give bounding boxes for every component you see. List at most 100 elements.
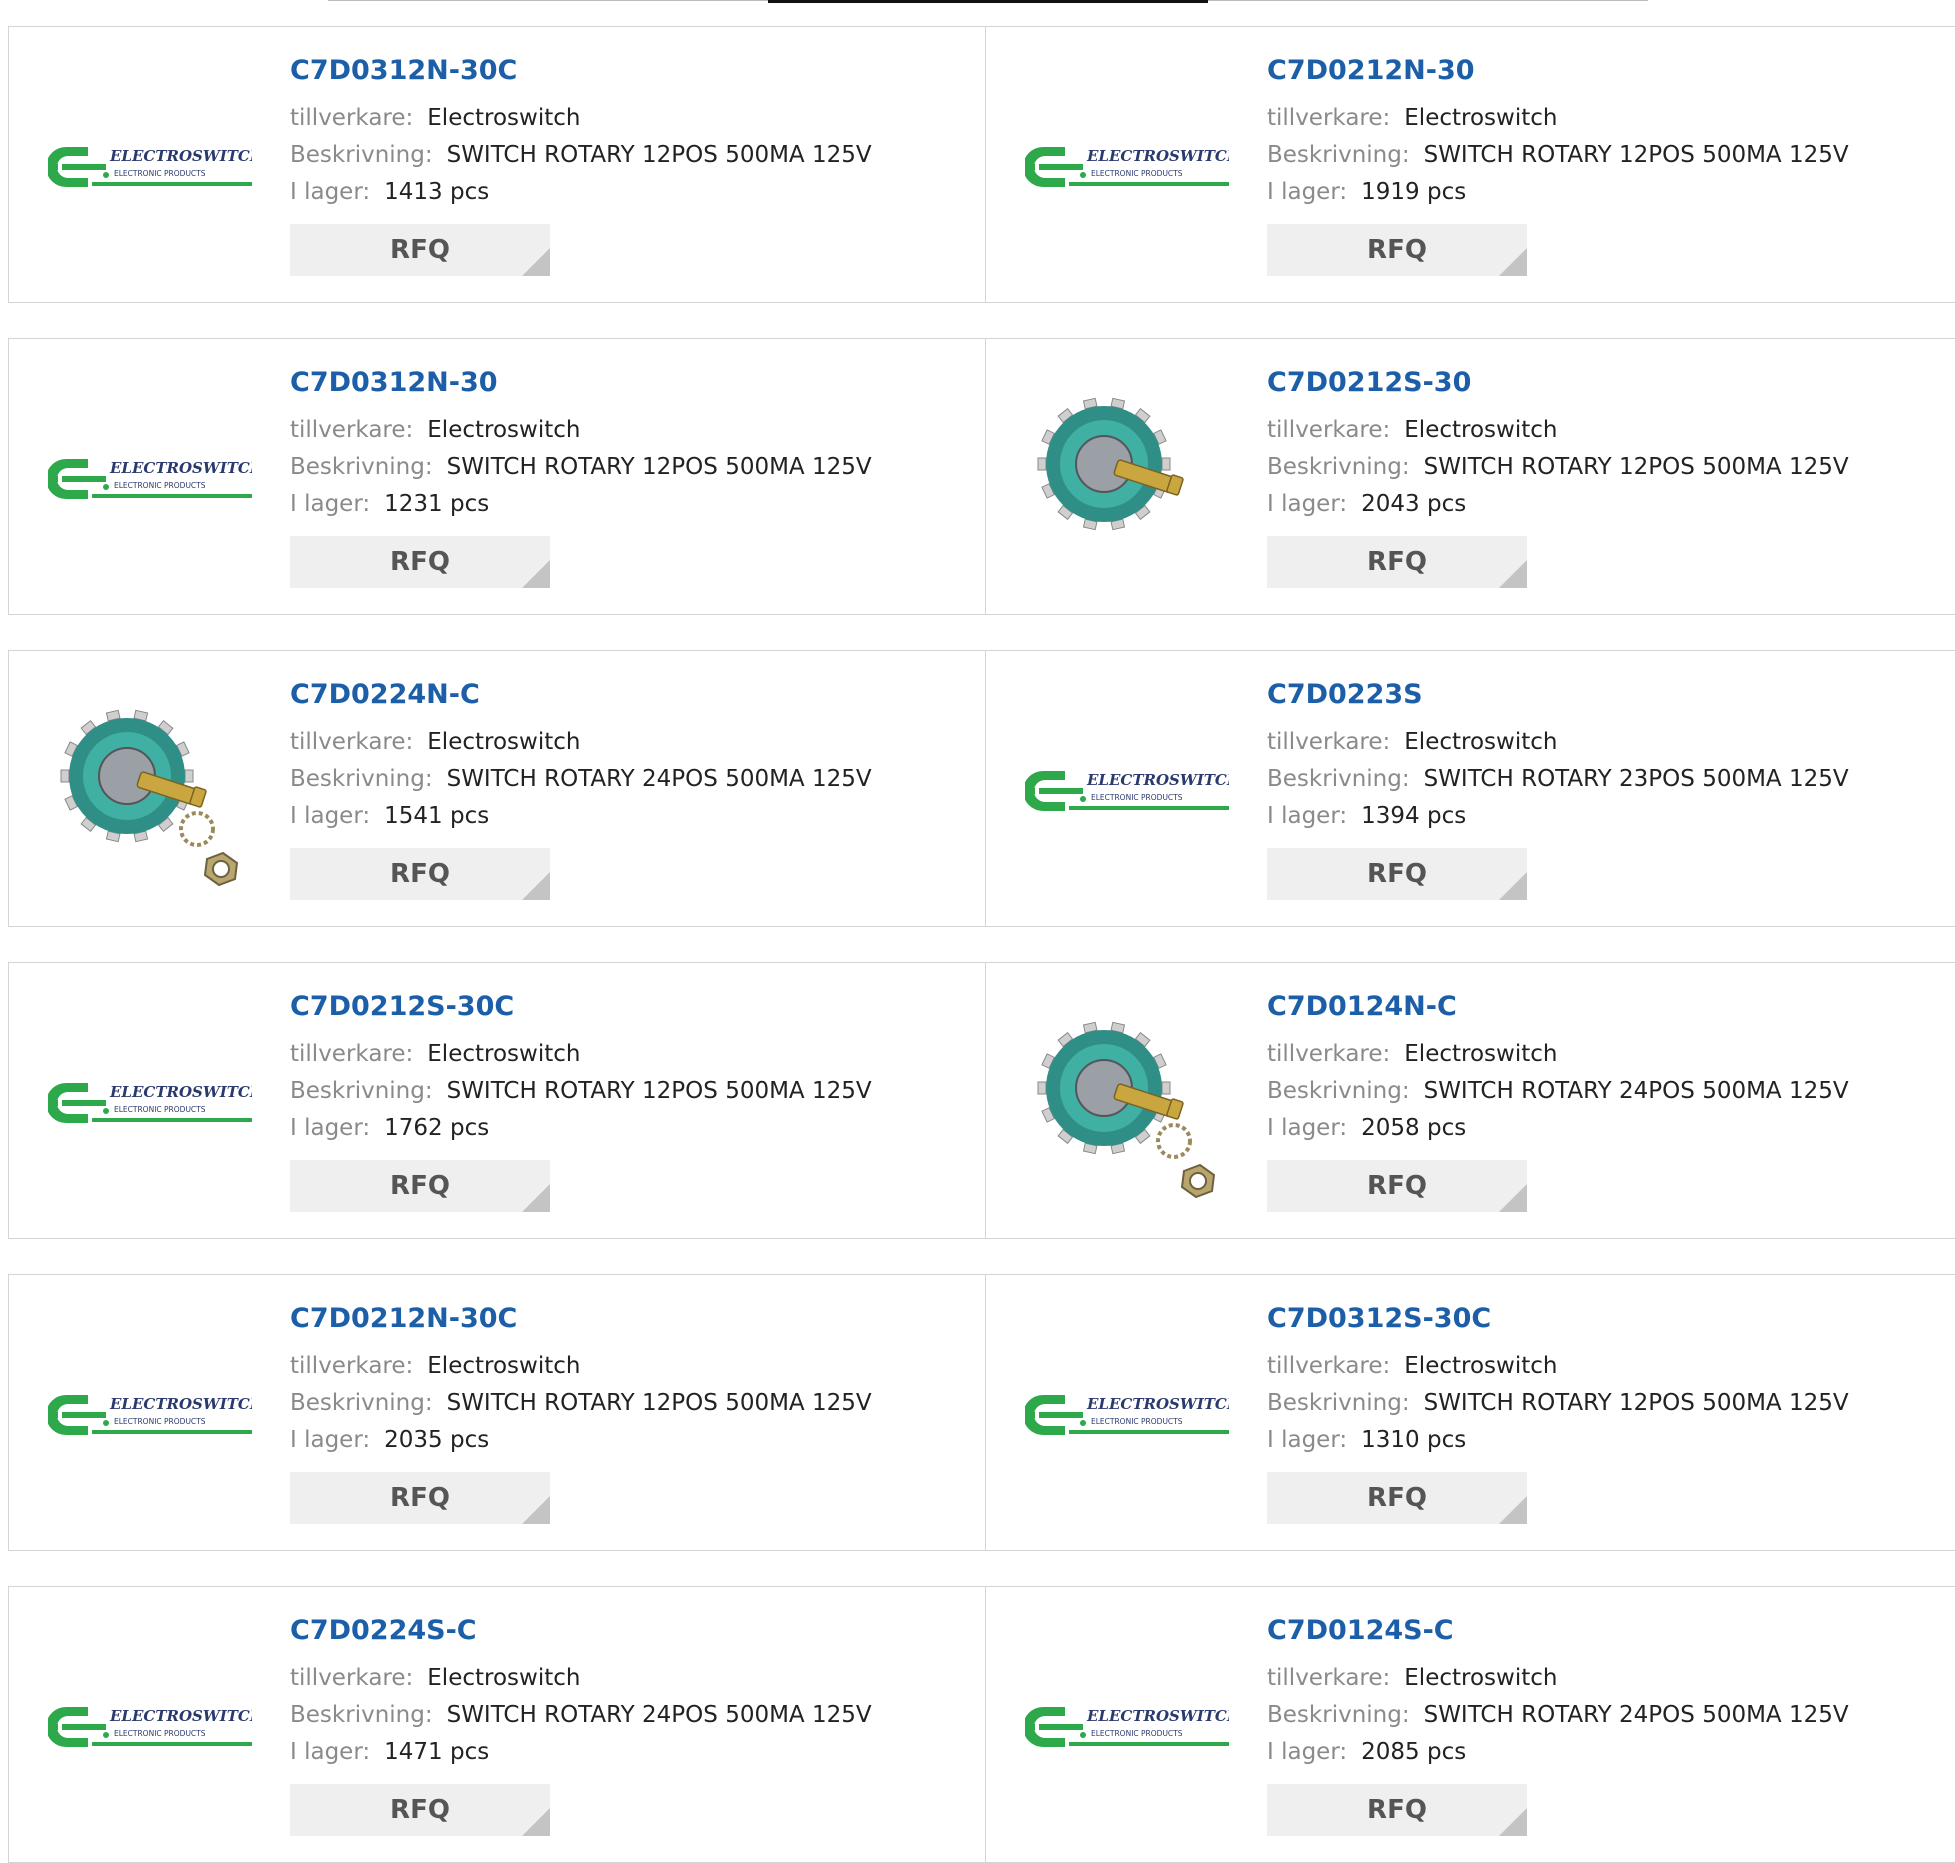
product-image[interactable]: ELECTROSWITCH ELECTRONIC PRODUCTS: [1024, 1315, 1229, 1515]
stock-value: 1762 pcs: [384, 1115, 490, 1142]
svg-text:ELECTROSWITCH: ELECTROSWITCH: [1086, 771, 1229, 789]
description-label: Beskrivning:: [1267, 766, 1410, 793]
svg-text:ELECTRONIC PRODUCTS: ELECTRONIC PRODUCTS: [114, 1729, 206, 1738]
part-number-link[interactable]: C7D0224N-C: [290, 679, 965, 711]
rfq-button-label: RFQ: [1367, 859, 1427, 890]
description-value: SWITCH ROTARY 12POS 500MA 125V: [446, 142, 872, 169]
description-label: Beskrivning:: [290, 1702, 433, 1729]
part-number-link[interactable]: C7D0124S-C: [1267, 1615, 1935, 1647]
product-card: C7D0224N-C tillverkare: Electroswitch Bes…: [8, 650, 986, 927]
stock-value: 2035 pcs: [384, 1427, 490, 1454]
part-number-link[interactable]: C7D0212N-30C: [290, 1303, 965, 1335]
svg-text:ELECTROSWITCH: ELECTROSWITCH: [1086, 1395, 1229, 1413]
product-image[interactable]: ELECTROSWITCH ELECTRONIC PRODUCTS: [47, 1315, 252, 1515]
svg-text:ELECTROSWITCH: ELECTROSWITCH: [1086, 1707, 1229, 1725]
description-value: SWITCH ROTARY 24POS 500MA 125V: [1423, 1078, 1849, 1105]
stock-label: I lager:: [1267, 1739, 1348, 1766]
rfq-button[interactable]: RFQ: [1267, 536, 1527, 589]
manufacturer-value: Electroswitch: [1404, 105, 1558, 132]
stock-label: I lager:: [290, 179, 371, 206]
description-value: SWITCH ROTARY 23POS 500MA 125V: [1423, 766, 1849, 793]
stock-value: 1394 pcs: [1361, 803, 1467, 830]
manufacturer-label: tillverkare:: [1267, 729, 1391, 756]
part-number-link[interactable]: C7D0212S-30C: [290, 991, 965, 1023]
rfq-button[interactable]: RFQ: [1267, 224, 1527, 277]
manufacturer-label: tillverkare:: [290, 729, 414, 756]
electroswitch-logo: ELECTROSWITCH ELECTRONIC PRODUCTS: [1024, 771, 1229, 811]
electroswitch-logo: ELECTROSWITCH ELECTRONIC PRODUCTS: [47, 147, 252, 187]
rfq-button[interactable]: RFQ: [290, 1160, 550, 1213]
stock-value: 1919 pcs: [1361, 179, 1467, 206]
button-corner-decoration: [1499, 1184, 1527, 1213]
product-card: ELECTROSWITCH ELECTRONIC PRODUCTS C7D0212…: [8, 962, 986, 1239]
manufacturer-label: tillverkare:: [1267, 417, 1391, 444]
description-label: Beskrivning:: [290, 454, 433, 481]
rfq-button[interactable]: RFQ: [1267, 1472, 1527, 1525]
svg-text:ELECTRONIC PRODUCTS: ELECTRONIC PRODUCTS: [114, 481, 206, 490]
description-label: Beskrivning:: [290, 1078, 433, 1105]
manufacturer-label: tillverkare:: [290, 105, 414, 132]
product-image[interactable]: ELECTROSWITCH ELECTRONIC PRODUCTS: [47, 379, 252, 579]
rfq-button-label: RFQ: [1367, 235, 1427, 266]
part-number-link[interactable]: C7D0312S-30C: [1267, 1303, 1935, 1335]
stock-label: I lager:: [290, 1427, 371, 1454]
product-image[interactable]: [1024, 379, 1229, 579]
part-number-link[interactable]: C7D0212N-30: [1267, 55, 1935, 87]
rfq-button[interactable]: RFQ: [290, 1784, 550, 1837]
button-corner-decoration: [522, 1808, 550, 1837]
svg-text:ELECTRONIC PRODUCTS: ELECTRONIC PRODUCTS: [1091, 1729, 1183, 1738]
stock-label: I lager:: [290, 1739, 371, 1766]
product-card: ELECTROSWITCH ELECTRONIC PRODUCTS C7D0124…: [986, 1586, 1955, 1863]
product-image[interactable]: [1024, 1003, 1229, 1203]
svg-text:ELECTRONIC PRODUCTS: ELECTRONIC PRODUCTS: [114, 1105, 206, 1114]
product-card: ELECTROSWITCH ELECTRONIC PRODUCTS C7D0224…: [8, 1586, 986, 1863]
rfq-button[interactable]: RFQ: [1267, 1784, 1527, 1837]
svg-text:ELECTRONIC PRODUCTS: ELECTRONIC PRODUCTS: [114, 1417, 206, 1426]
rfq-button[interactable]: RFQ: [1267, 848, 1527, 901]
product-card: ELECTROSWITCH ELECTRONIC PRODUCTS C7D0312…: [8, 338, 986, 615]
button-corner-decoration: [1499, 248, 1527, 277]
product-image[interactable]: ELECTROSWITCH ELECTRONIC PRODUCTS: [1024, 67, 1229, 267]
description-label: Beskrivning:: [1267, 142, 1410, 169]
product-image[interactable]: ELECTROSWITCH ELECTRONIC PRODUCTS: [1024, 691, 1229, 891]
description-label: Beskrivning:: [290, 1390, 433, 1417]
stock-value: 1310 pcs: [1361, 1427, 1467, 1454]
part-number-link[interactable]: C7D0312N-30C: [290, 55, 965, 87]
part-number-link[interactable]: C7D0224S-C: [290, 1615, 965, 1647]
manufacturer-value: Electroswitch: [1404, 729, 1558, 756]
product-image[interactable]: [47, 691, 252, 891]
part-number-link[interactable]: C7D0212S-30: [1267, 367, 1935, 399]
rfq-button[interactable]: RFQ: [290, 848, 550, 901]
product-image[interactable]: ELECTROSWITCH ELECTRONIC PRODUCTS: [47, 1003, 252, 1203]
rfq-button-label: RFQ: [390, 1483, 450, 1514]
rfq-button[interactable]: RFQ: [290, 536, 550, 589]
manufacturer-label: tillverkare:: [290, 1041, 414, 1068]
description-label: Beskrivning:: [1267, 1390, 1410, 1417]
rotary-switch-icon: [1037, 397, 1184, 531]
product-image[interactable]: ELECTROSWITCH ELECTRONIC PRODUCTS: [1024, 1627, 1229, 1827]
description-value: SWITCH ROTARY 12POS 500MA 125V: [1423, 454, 1849, 481]
product-image[interactable]: ELECTROSWITCH ELECTRONIC PRODUCTS: [47, 1627, 252, 1827]
product-image[interactable]: ELECTROSWITCH ELECTRONIC PRODUCTS: [47, 67, 252, 267]
stock-label: I lager:: [1267, 179, 1348, 206]
rfq-button[interactable]: RFQ: [1267, 1160, 1527, 1213]
manufacturer-label: tillverkare:: [290, 1353, 414, 1380]
part-number-link[interactable]: C7D0124N-C: [1267, 991, 1935, 1023]
manufacturer-value: Electroswitch: [427, 1041, 581, 1068]
description-value: SWITCH ROTARY 12POS 500MA 125V: [446, 454, 872, 481]
rfq-button-label: RFQ: [1367, 1171, 1427, 1202]
part-number-link[interactable]: C7D0223S: [1267, 679, 1935, 711]
button-corner-decoration: [1499, 560, 1527, 589]
rfq-button-label: RFQ: [390, 547, 450, 578]
description-label: Beskrivning:: [1267, 1078, 1410, 1105]
electroswitch-logo: ELECTROSWITCH ELECTRONIC PRODUCTS: [1024, 1395, 1229, 1435]
stock-value: 1413 pcs: [384, 179, 490, 206]
rfq-button[interactable]: RFQ: [290, 224, 550, 277]
rfq-button-label: RFQ: [1367, 1483, 1427, 1514]
electroswitch-logo: ELECTROSWITCH ELECTRONIC PRODUCTS: [1024, 1707, 1229, 1747]
part-number-link[interactable]: C7D0312N-30: [290, 367, 965, 399]
electroswitch-logo: ELECTROSWITCH ELECTRONIC PRODUCTS: [47, 459, 252, 499]
rfq-button[interactable]: RFQ: [290, 1472, 550, 1525]
electroswitch-logo: ELECTROSWITCH ELECTRONIC PRODUCTS: [47, 1395, 252, 1435]
stock-value: 2085 pcs: [1361, 1739, 1467, 1766]
